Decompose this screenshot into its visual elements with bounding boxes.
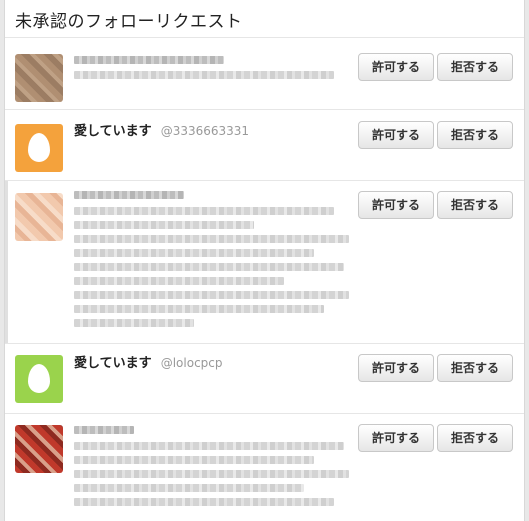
follow-requests-panel: 未承認のフォローリクエスト 許可する 拒否する 愛しています @33366633… (4, 0, 525, 521)
allow-button[interactable]: 許可する (358, 121, 434, 149)
request-row: 愛しています @lolocpcp 許可する 拒否する (5, 344, 524, 414)
default-egg-icon (28, 364, 50, 393)
blurred-bio (74, 442, 344, 450)
blurred-bio (74, 263, 344, 271)
blurred-bio (74, 249, 314, 257)
avatar[interactable] (15, 124, 63, 172)
blurred-name (74, 56, 224, 64)
avatar[interactable] (15, 355, 63, 403)
user-name[interactable]: 愛しています (74, 356, 152, 371)
blurred-bio (74, 221, 254, 229)
request-row: 許可する 拒否する (5, 38, 524, 110)
blurred-bio (74, 470, 349, 478)
deny-button[interactable]: 拒否する (437, 121, 513, 149)
deny-button[interactable]: 拒否する (437, 424, 513, 452)
blurred-bio (74, 235, 349, 243)
blurred-bio (74, 305, 324, 313)
user-handle[interactable]: @lolocpcp (161, 356, 223, 370)
deny-button[interactable]: 拒否する (437, 191, 513, 219)
user-name-line: 愛しています @lolocpcp (74, 352, 223, 371)
blurred-name (74, 191, 184, 199)
deny-button[interactable]: 拒否する (437, 354, 513, 382)
user-name[interactable]: 愛しています (74, 124, 152, 139)
row-divider (5, 181, 8, 343)
avatar[interactable] (15, 425, 63, 473)
allow-button[interactable]: 許可する (358, 191, 434, 219)
request-row: 愛しています @3336663331 許可する 拒否する (5, 110, 524, 181)
blurred-bio (74, 456, 314, 464)
blurred-name (74, 426, 134, 434)
allow-button[interactable]: 許可する (358, 53, 434, 81)
deny-button[interactable]: 拒否する (437, 53, 513, 81)
allow-button[interactable]: 許可する (358, 424, 434, 452)
blurred-bio (74, 291, 349, 299)
blurred-bio (74, 71, 334, 79)
panel-header: 未承認のフォローリクエスト (5, 0, 524, 38)
default-egg-icon (28, 133, 50, 162)
request-row: 許可する 拒否する (5, 414, 524, 521)
blurred-bio (74, 498, 334, 506)
blurred-bio (74, 484, 304, 492)
user-handle[interactable]: @3336663331 (161, 124, 249, 138)
blurred-bio (74, 277, 284, 285)
request-row: 許可する 拒否する (5, 181, 524, 344)
blurred-bio (74, 319, 194, 327)
user-name-line: 愛しています @3336663331 (74, 120, 249, 139)
blurred-bio (74, 207, 334, 215)
page-title: 未承認のフォローリクエスト (15, 12, 243, 32)
allow-button[interactable]: 許可する (358, 354, 434, 382)
avatar[interactable] (15, 54, 63, 102)
avatar[interactable] (15, 193, 63, 241)
